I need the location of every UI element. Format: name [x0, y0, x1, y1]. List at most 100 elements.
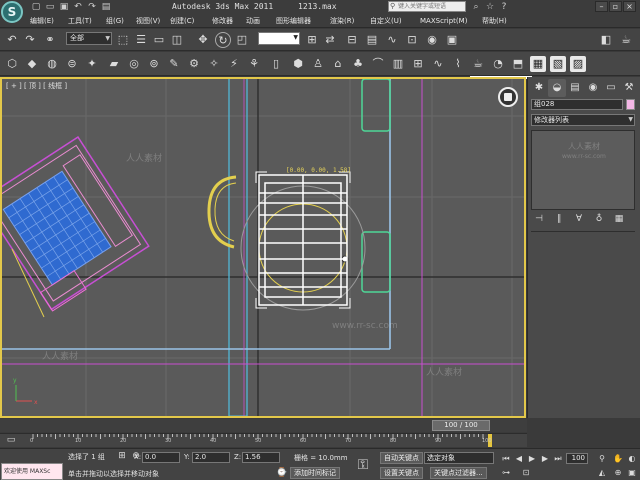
add-time-tag-button[interactable]: 添加时间标记: [290, 467, 340, 479]
figure-icon[interactable]: ♙: [310, 56, 326, 72]
hold-icon[interactable]: ▤: [100, 2, 112, 13]
z-coordinate-field[interactable]: 1.56: [242, 452, 280, 463]
pin-stack-icon[interactable]: ⊣: [531, 213, 547, 226]
cylinder-stack-icon[interactable]: ⊚: [146, 56, 162, 72]
time-slider[interactable]: 100 / 100: [0, 419, 527, 432]
menu-customize[interactable]: 自定义(U): [370, 15, 420, 27]
modifier-stack[interactable]: 人人素材 www.rr-sc.com: [531, 130, 635, 210]
goto-end-icon[interactable]: ⏭: [552, 453, 564, 464]
time-tag-icon[interactable]: ⌚: [276, 467, 288, 479]
helper-icon[interactable]: ✧: [206, 56, 222, 72]
object-name-field[interactable]: 组028: [531, 99, 623, 110]
box-icon[interactable]: ◆: [24, 56, 40, 72]
open-file-icon[interactable]: ▭: [44, 2, 56, 13]
material-slot-2-icon[interactable]: ▧: [550, 56, 566, 72]
gear-icon[interactable]: ⚙: [186, 56, 202, 72]
render-icon[interactable]: ☕: [618, 32, 634, 48]
cylinder-icon[interactable]: ⊜: [64, 56, 80, 72]
selection-key-dropdown[interactable]: 选定对象: [424, 452, 494, 464]
viewport-label[interactable]: [ + ] [ 顶 ] [ 线框 ]: [6, 81, 67, 91]
x-coordinate-field[interactable]: 0.0: [142, 452, 180, 463]
key-filters-button[interactable]: 关键点过滤器...: [430, 467, 487, 479]
top-viewport[interactable]: x y [ + ] [ 顶 ] [ 线框 ] [0.00, 0.00, 1.58…: [0, 77, 526, 418]
auto-key-button[interactable]: 自动关键点: [380, 452, 423, 464]
star-shape-icon[interactable]: ✦: [84, 56, 100, 72]
goto-start-icon[interactable]: ⏮: [500, 453, 512, 464]
rect-region-icon[interactable]: ▭: [151, 32, 167, 48]
close-button[interactable]: ×: [623, 1, 636, 12]
menu-group[interactable]: 组(G): [106, 15, 136, 27]
show-end-result-icon[interactable]: ∥: [551, 213, 567, 226]
mini-curve-editor-icon[interactable]: ▭: [4, 434, 18, 446]
material-slot-icon[interactable]: ▦: [530, 56, 546, 72]
walk-icon[interactable]: ⊕: [612, 467, 624, 478]
maximize-button[interactable]: ▫: [609, 1, 622, 12]
maxscript-listener[interactable]: 欢迎使用 MAXSc: [1, 463, 63, 480]
mirror-icon[interactable]: ⇄: [322, 32, 338, 48]
y-coordinate-field[interactable]: 2.0: [192, 452, 230, 463]
move-icon[interactable]: ✥: [195, 32, 211, 48]
menu-modifiers[interactable]: 修改器: [212, 15, 246, 27]
menu-maxscript[interactable]: MAXScript(M): [420, 15, 482, 27]
new-file-icon[interactable]: ▢: [30, 2, 42, 13]
bend-icon[interactable]: ⌇: [450, 56, 466, 72]
redo-quick-icon[interactable]: ↷: [86, 2, 98, 13]
set-key-button[interactable]: 设置关键点: [380, 467, 423, 479]
remove-modifier-icon[interactable]: ♁: [591, 213, 607, 226]
camera-icon[interactable]: ▰: [106, 56, 122, 72]
menu-animation[interactable]: 动画: [246, 15, 276, 27]
object-color-swatch[interactable]: [626, 99, 635, 110]
pen-icon[interactable]: ✎: [166, 56, 182, 72]
select-by-name-icon[interactable]: ☰: [133, 32, 149, 48]
display-tab-icon[interactable]: ▭: [602, 79, 620, 97]
menu-create[interactable]: 创建(C): [170, 15, 212, 27]
track-bar[interactable]: 0 10 20 30 40 50 60 70 80 90 100: [0, 433, 527, 447]
menu-rendering[interactable]: 渲染(R): [330, 15, 370, 27]
undo-quick-icon[interactable]: ↶: [72, 2, 84, 13]
sphere-icon[interactable]: ◍: [44, 56, 60, 72]
primitive-icon[interactable]: ⬡: [4, 56, 20, 72]
window-obj-icon[interactable]: ⊞: [410, 56, 426, 72]
render-setup-icon[interactable]: ▣: [444, 32, 460, 48]
plant-icon[interactable]: ♣: [350, 56, 366, 72]
render-frame-icon[interactable]: ◧: [598, 32, 614, 48]
pivot-icon[interactable]: ⊞: [304, 32, 320, 48]
minimize-button[interactable]: –: [595, 1, 608, 12]
named-selection-sets-dropdown[interactable]: ▼: [258, 32, 300, 45]
door-icon[interactable]: ▯: [268, 56, 284, 72]
redo-icon[interactable]: ↷: [22, 32, 38, 48]
scale-icon[interactable]: ◰: [234, 32, 250, 48]
play-icon[interactable]: ▶: [526, 453, 538, 464]
steering-wheel-button[interactable]: [498, 87, 518, 107]
orbit-icon[interactable]: ◐: [626, 453, 638, 464]
help-icon[interactable]: ?: [498, 2, 510, 13]
teapot-icon[interactable]: ☕: [470, 56, 486, 72]
save-file-icon[interactable]: ▣: [58, 2, 70, 13]
make-unique-icon[interactable]: ∀: [571, 213, 587, 226]
application-menu-button[interactable]: S: [1, 1, 23, 23]
edit-poly-icon[interactable]: ⬢: [290, 56, 306, 72]
select-icon[interactable]: ⬚: [115, 32, 131, 48]
menu-tools[interactable]: 工具(T): [68, 15, 106, 27]
zoom-icon[interactable]: ⚲: [596, 453, 608, 464]
current-frame-field[interactable]: 100: [566, 453, 588, 464]
menu-edit[interactable]: 编辑(E): [30, 15, 68, 27]
pan-icon[interactable]: ✋: [612, 453, 624, 464]
link-icon[interactable]: ⚭: [42, 32, 58, 48]
light-icon[interactable]: ◎: [126, 56, 142, 72]
schematic-icon[interactable]: ⊡: [404, 32, 420, 48]
time-slider-thumb[interactable]: 100 / 100: [432, 420, 490, 431]
configure-modifier-sets-icon[interactable]: ▦: [611, 213, 627, 226]
undo-icon[interactable]: ↶: [4, 32, 20, 48]
utilities-tab-icon[interactable]: ⚒: [620, 79, 638, 97]
prev-frame-icon[interactable]: ◀: [513, 453, 525, 464]
curve-editor-icon[interactable]: ∿: [384, 32, 400, 48]
align-icon[interactable]: ⊟: [344, 32, 360, 48]
menu-graph-editors[interactable]: 图形编辑器: [276, 15, 330, 27]
motion-tab-icon[interactable]: ◉: [584, 79, 602, 97]
star-icon[interactable]: ☆: [484, 2, 496, 13]
create-tab-icon[interactable]: ✱: [530, 79, 548, 97]
material-editor-icon[interactable]: ◉: [424, 32, 440, 48]
menu-views[interactable]: 视图(V): [136, 15, 170, 27]
modify-tab-icon[interactable]: ◒: [548, 79, 566, 97]
